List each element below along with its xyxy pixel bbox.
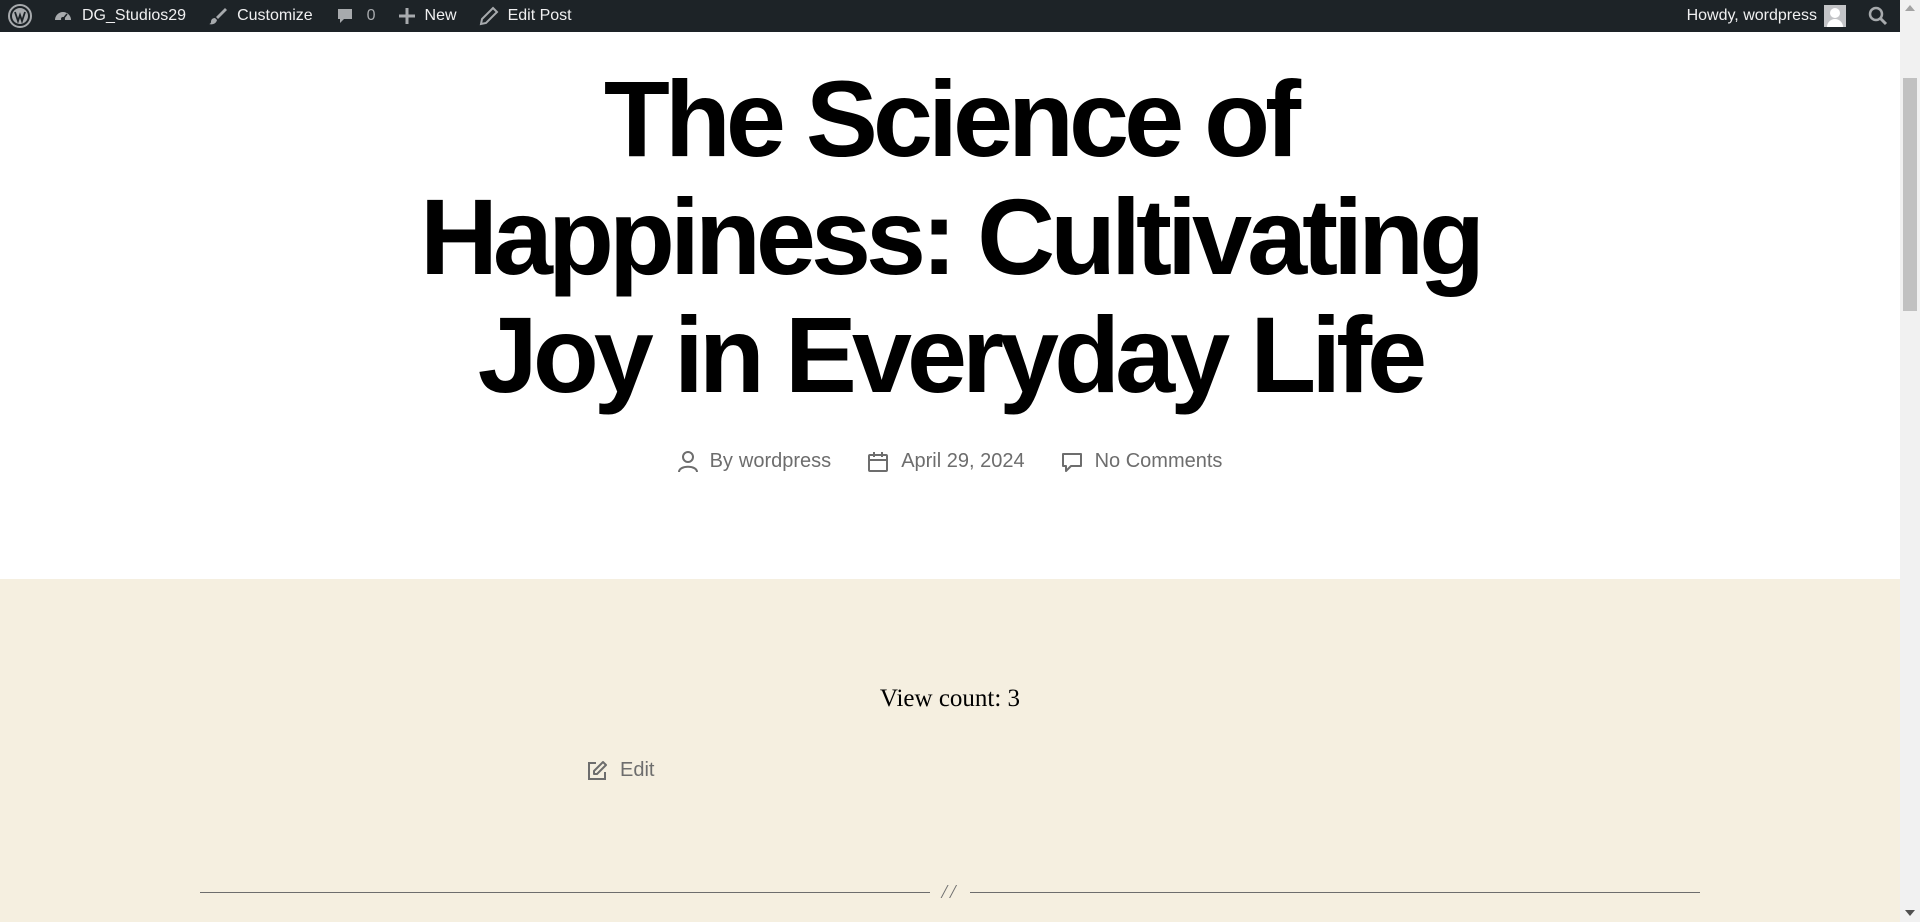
howdy-label: Howdy, wordpress [1686, 7, 1817, 24]
calendar-icon [868, 451, 889, 472]
edit-post-link[interactable]: Edit Post [468, 0, 583, 32]
wordpress-logo-menu[interactable] [0, 0, 42, 32]
avatar [1824, 5, 1846, 27]
my-account-menu[interactable]: Howdy, wordpress [1676, 0, 1850, 32]
pencil-icon [479, 6, 499, 26]
date-link[interactable]: April 29, 2024 [901, 450, 1024, 473]
dashboard-gauge-icon [53, 6, 73, 26]
comments-link[interactable]: 0 [324, 0, 387, 32]
post-author: By wordpress [677, 450, 831, 473]
section-separator: // [200, 881, 1700, 903]
paintbrush-icon [208, 6, 228, 26]
search-icon [1868, 6, 1888, 26]
new-label: New [424, 7, 457, 24]
separator-line-right [970, 892, 1700, 893]
edit-icon [588, 760, 607, 780]
separator-line-left [200, 892, 930, 893]
wordpress-logo-icon [8, 4, 32, 28]
admin-bar: DG_Studios29 Customize 0 New Edit Post H… [0, 0, 1900, 32]
edit-label: Edit [620, 759, 655, 781]
comments-link-meta[interactable]: No Comments [1095, 450, 1223, 473]
comment-bubble-icon [335, 6, 355, 26]
author-link[interactable]: wordpress [739, 450, 831, 473]
separator-slashes: // [941, 881, 959, 903]
comments-count: 0 [366, 7, 376, 24]
edit-post-label: Edit Post [507, 7, 572, 24]
site-name-label: DG_Studios29 [82, 7, 187, 24]
site-name-menu[interactable]: DG_Studios29 [42, 0, 197, 32]
comment-bubble-icon [1061, 452, 1082, 472]
new-content-menu[interactable]: New [387, 0, 468, 32]
post-content: View count: 3 Edit // [0, 579, 1900, 922]
scroll-down-arrow-icon[interactable] [1905, 910, 1915, 916]
post-meta: By wordpress April 29, 2024 No Comments [0, 450, 1900, 473]
edit-link[interactable]: Edit [586, 759, 654, 782]
entry-header: The Science of Happiness: Cultivating Jo… [0, 32, 1900, 579]
page-scrollbar[interactable] [1900, 0, 1920, 922]
scrollbar-thumb[interactable] [1903, 78, 1917, 311]
author-prefix: By [709, 450, 733, 472]
customize-link[interactable]: Customize [197, 0, 324, 32]
plus-icon [398, 7, 416, 25]
post-date: April 29, 2024 [867, 450, 1025, 473]
scroll-up-arrow-icon[interactable] [1905, 5, 1915, 11]
admin-bar-search[interactable] [1850, 0, 1900, 32]
page-title: The Science of Happiness: Cultivating Jo… [419, 58, 1485, 415]
post-comments: No Comments [1061, 450, 1223, 473]
view-count: View count: 3 [879, 685, 1021, 712]
user-icon [677, 450, 698, 472]
customize-label: Customize [237, 7, 313, 24]
